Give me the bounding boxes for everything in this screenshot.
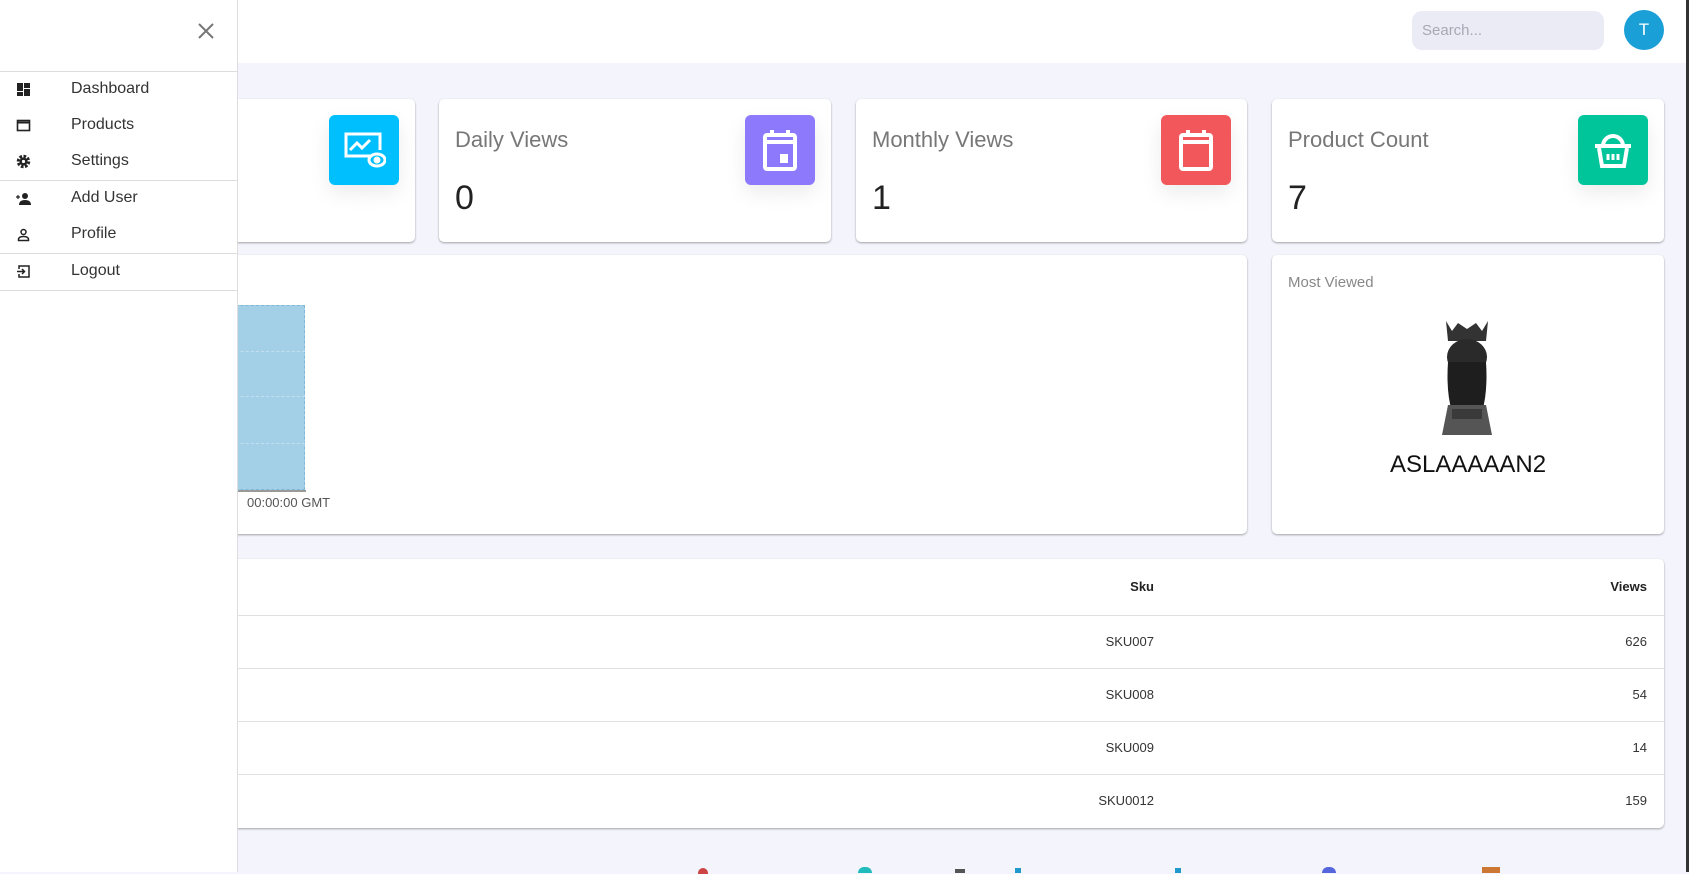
- views-cell: 14: [1154, 721, 1664, 775]
- footer-icon[interactable]: [858, 867, 872, 873]
- sku-cell: SKU009: [150, 721, 1154, 775]
- footer-icon[interactable]: [1482, 867, 1500, 873]
- divider: [0, 290, 238, 291]
- sidebar-item-label: Products: [71, 116, 135, 133]
- stat-value: 0: [455, 179, 474, 217]
- gear-icon: [16, 154, 31, 168]
- column-header-views[interactable]: Views: [1154, 559, 1664, 616]
- most-viewed-card: Most Viewed ASLAAAAAN2: [1272, 255, 1664, 534]
- close-icon[interactable]: [195, 20, 217, 42]
- footer-icon[interactable]: [698, 868, 708, 874]
- calendar-icon: [1161, 115, 1231, 185]
- search-input[interactable]: [1412, 11, 1604, 50]
- calendar-today-icon: [745, 115, 815, 185]
- sidebar-item-settings[interactable]: Settings: [0, 144, 238, 178]
- footer-icon[interactable]: [1175, 868, 1181, 873]
- basket-icon: [1578, 115, 1648, 185]
- footer-icon[interactable]: [1015, 868, 1021, 873]
- views-cell: 54: [1154, 668, 1664, 722]
- sidebar-item-label: Settings: [71, 152, 129, 169]
- stat-value: 7: [1288, 179, 1307, 217]
- sidebar-item-add-user[interactable]: Add User: [0, 181, 238, 215]
- stat-title: Daily Views: [455, 127, 569, 152]
- column-header-sku[interactable]: Sku: [150, 559, 1154, 616]
- sidebar-item-products[interactable]: Products: [0, 108, 238, 142]
- sidebar-item-label: Add User: [71, 189, 138, 206]
- table-row[interactable]: SKU009 14: [150, 721, 1664, 775]
- stat-value: 1: [872, 179, 891, 217]
- stat-card-product-count: Product Count 7: [1272, 99, 1664, 242]
- analytics-eye-icon: [329, 115, 399, 185]
- stat-title: Monthly Views: [872, 127, 1014, 152]
- table-header-row: Sku Views: [150, 559, 1664, 616]
- stat-card-daily-views: Daily Views 0: [439, 99, 831, 242]
- dashboard-icon: [17, 82, 30, 96]
- table-row[interactable]: SKU008 54: [150, 668, 1664, 722]
- sidebar-item-label: Dashboard: [71, 80, 150, 97]
- product-image: [1442, 321, 1492, 435]
- views-cell: 159: [1625, 793, 1647, 809]
- footer-icon[interactable]: [1322, 867, 1336, 873]
- table-row[interactable]: SKU0012 159: [150, 774, 1664, 827]
- person-add-icon: [16, 192, 31, 205]
- views-cell: 626: [1154, 615, 1664, 669]
- most-viewed-title: Most Viewed: [1288, 274, 1374, 291]
- sidebar-item-label: Profile: [71, 225, 117, 242]
- sidebar-item-profile[interactable]: Profile: [0, 217, 238, 251]
- top-header: T: [0, 0, 1686, 63]
- window-icon: [16, 119, 31, 131]
- sku-cell: SKU0012: [1098, 793, 1154, 809]
- footer-icon[interactable]: [955, 869, 965, 873]
- products-table-card: Sku Views SKU007 626 SKU008 54 SKU009 14 SK…: [150, 559, 1664, 828]
- most-viewed-product-name: ASLAAAAAN2: [1389, 451, 1547, 478]
- sku-cell: SKU007: [150, 615, 1154, 669]
- table-row[interactable]: SKU007 626: [150, 615, 1664, 669]
- sidebar-item-label: Logout: [71, 262, 120, 279]
- person-icon: [17, 228, 30, 241]
- stat-card-monthly-views: Monthly Views 1: [856, 99, 1247, 242]
- logout-icon: [17, 264, 30, 278]
- sku-cell: SKU008: [150, 668, 1154, 722]
- x-tick-label: 00:00:00 GMT: [247, 495, 331, 510]
- stat-title: Product Count: [1288, 127, 1429, 152]
- sidebar-item-dashboard[interactable]: Dashboard: [0, 72, 238, 106]
- views-chart-card: 00:00:00 GMT: [150, 255, 1247, 534]
- sidebar-item-logout[interactable]: Logout: [0, 254, 238, 288]
- products-table: Sku Views SKU007 626 SKU008 54 SKU009 14 SK…: [150, 559, 1664, 827]
- sidebar-drawer: Dashboard Products Settings Add User Pro…: [0, 0, 238, 872]
- avatar[interactable]: T: [1624, 10, 1664, 50]
